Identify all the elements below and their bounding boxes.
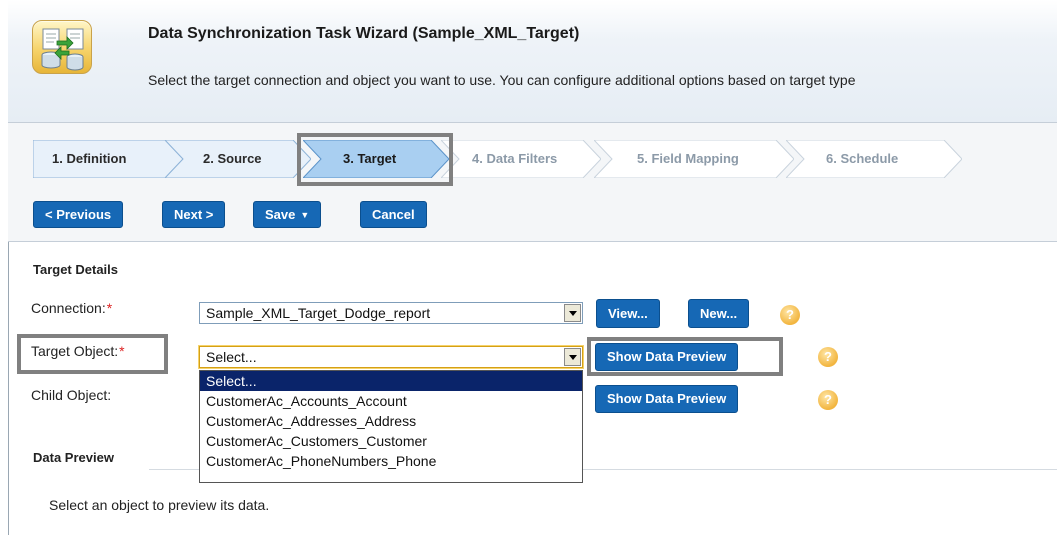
dropdown-arrow-icon[interactable] (564, 348, 581, 366)
connection-select[interactable]: Sample_XML_Target_Dodge_report (199, 302, 583, 324)
child-object-label: Child Object: (31, 387, 112, 403)
step-label: 6. Schedule (826, 151, 899, 166)
step-label: 2. Source (203, 151, 262, 166)
view-connection-button[interactable]: View... (596, 299, 660, 328)
help-icon[interactable]: ? (818, 390, 838, 410)
page-title: Data Synchronization Task Wizard (Sample… (148, 25, 580, 42)
connection-label-text: Connection: (31, 300, 106, 316)
show-preview-highlight (587, 337, 783, 376)
target-object-dropdown-list[interactable]: Select... CustomerAc_Accounts_Account Cu… (199, 370, 583, 483)
help-icon[interactable]: ? (780, 305, 800, 325)
target-object-label-highlight (17, 334, 168, 374)
target-details-title: Target Details (33, 262, 119, 277)
step-label: 1. Definition (52, 151, 127, 166)
page-description: Select the target connection and object … (148, 72, 856, 88)
connection-select-value: Sample_XML_Target_Dodge_report (206, 305, 431, 321)
dropdown-option[interactable]: Select... (200, 371, 582, 391)
new-connection-button[interactable]: New... (688, 299, 750, 328)
cancel-button[interactable]: Cancel (360, 201, 427, 228)
previous-button[interactable]: < Previous (33, 201, 124, 228)
current-step-highlight (297, 133, 453, 186)
dropdown-option[interactable]: CustomerAc_Accounts_Account (200, 391, 582, 411)
dropdown-option[interactable]: CustomerAc_PhoneNumbers_Phone (200, 451, 582, 471)
help-icon[interactable]: ? (818, 347, 838, 367)
dropdown-option[interactable]: CustomerAc_Addresses_Address (200, 411, 582, 431)
data-preview-message: Select an object to preview its data. (49, 497, 270, 513)
target-object-select[interactable]: Select... (199, 346, 583, 368)
target-object-select-value: Select... (206, 349, 257, 365)
data-preview-title: Data Preview (33, 450, 114, 465)
wizard-header (8, 0, 1057, 123)
dropdown-option[interactable]: CustomerAc_Customers_Customer (200, 431, 582, 451)
dropdown-arrow-icon[interactable] (564, 304, 581, 322)
data-sync-icon (32, 20, 92, 74)
show-child-data-preview-button[interactable]: Show Data Preview (595, 385, 739, 413)
connection-label: Connection:* (31, 300, 112, 316)
step-label: 4. Data Filters (472, 151, 558, 166)
save-button[interactable]: Save ▼ (253, 201, 322, 228)
required-marker: * (106, 300, 113, 316)
next-button[interactable]: Next > (162, 201, 226, 228)
save-label: Save (265, 207, 296, 222)
step-label: 5. Field Mapping (637, 151, 739, 166)
chevron-down-icon: ▼ (300, 210, 310, 220)
